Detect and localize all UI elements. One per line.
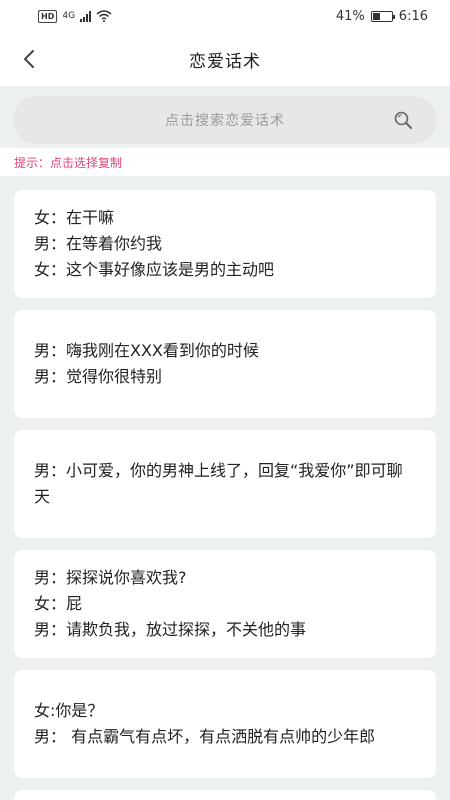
hd-badge: HD [38, 9, 58, 23]
search-bar[interactable]: 点击搜索恋爱话术 [13, 96, 437, 144]
search-placeholder: 点击搜索恋爱话术 [165, 113, 285, 129]
wifi-icon [96, 10, 112, 22]
chevron-left-icon [24, 50, 34, 68]
search-icon[interactable] [393, 110, 413, 130]
phrase-card[interactable]: 男：探探说你喜欢我? 女：屁 男：请欺负我，放过探探，不关他的事 [14, 550, 436, 658]
phrase-line: 男：嗨我刚在XXX看到你的时候 [34, 341, 259, 360]
page-title: 恋爱话术 [189, 51, 261, 72]
phrase-line: 男：探探说你喜欢我? [34, 568, 187, 587]
phrase-card[interactable]: 男：小可爱，你的男神上线了，回复“我爱你”即可聊天 [14, 430, 436, 538]
status-right: 41% 6:16 [336, 9, 428, 24]
phrase-line: 女：这个事好像应该是男的主动吧 [34, 260, 275, 279]
phrase-line: 男：觉得你很特别 [34, 367, 163, 386]
phrase-line: 男：在等着你约我 [34, 234, 163, 253]
phrase-line: 女：屁 [34, 594, 83, 613]
status-bar: HD 4G 41% 6:16 [0, 0, 450, 32]
main-content: 点击搜索恋爱话术 提示：点击选择复制 女：在干嘛 男：在等着你约我 女：这个事好… [0, 86, 450, 800]
phrase-line: 女:你是？ [34, 701, 104, 720]
header: 恋爱话术 [0, 32, 450, 86]
status-left: HD 4G [38, 9, 112, 23]
phrase-card[interactable]: 女:你是？ 男： 有点霸气有点坏，有点洒脱有点帅的少年郎 [14, 670, 436, 778]
phrase-line: 男：请欺负我，放过探探，不关他的事 [34, 620, 307, 639]
phrase-card[interactable]: 女：在干嘛 男：在等着你约我 女：这个事好像应该是男的主动吧 [14, 190, 436, 298]
clock: 6:16 [398, 8, 428, 24]
phrase-card[interactable]: 男：嗨我刚在XXX看到你的时候 男：觉得你很特别 [14, 310, 436, 418]
phrase-card[interactable] [14, 790, 436, 800]
phrase-line: 男：小可爱，你的男神上线了，回复“我爱你”即可聊天 [34, 461, 403, 506]
battery-icon [370, 10, 395, 22]
signal-icon [80, 10, 92, 22]
hint-text: 提示：点击选择复制 [0, 148, 450, 176]
back-button[interactable] [14, 44, 44, 74]
phrase-line: 男： 有点霸气有点坏，有点洒脱有点帅的少年郎 [34, 727, 376, 746]
battery-percent: 41% [335, 8, 365, 24]
battery-fill [372, 12, 381, 20]
network-type: 4G [62, 11, 76, 21]
phrase-list: 女：在干嘛 男：在等着你约我 女：这个事好像应该是男的主动吧 男：嗨我刚在XXX… [0, 176, 450, 800]
phrase-line: 女：在干嘛 [34, 208, 115, 227]
